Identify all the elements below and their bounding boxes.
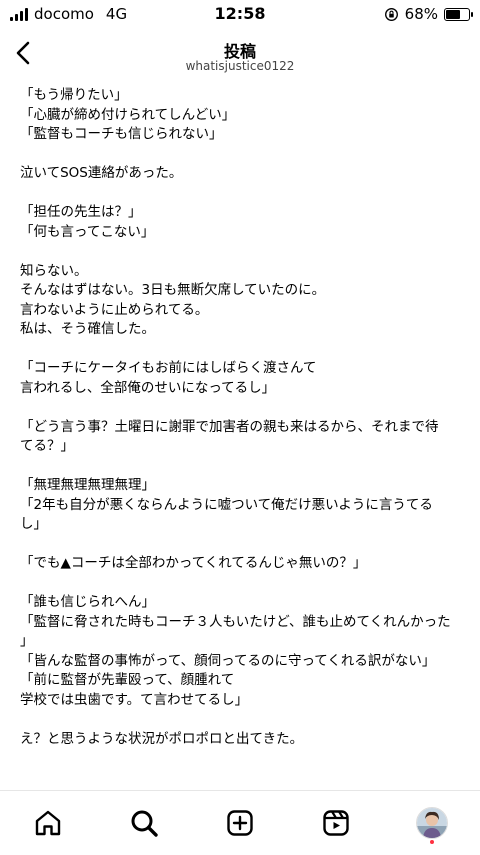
caption-line: 「皆んな監督の事怖がって、顔伺ってるのに守ってくれる訳がない」 [20, 652, 436, 669]
battery-icon [444, 7, 473, 21]
caption-line: 「2年も自分が悪くならんように嘘ついて俺だけ悪いように言うてる [20, 496, 433, 513]
status-right: 68% [384, 5, 473, 23]
reels-tab[interactable] [316, 805, 356, 841]
post-caption: 「もう帰りたい」「心臓が締め付けられてしんどい」 「監督もコーチも信じられない」泣… [20, 86, 468, 749]
search-icon [131, 810, 158, 837]
home-tab[interactable] [28, 805, 68, 841]
battery-percent: 68% [404, 5, 438, 23]
plus-square-icon [227, 810, 253, 836]
caption-line: 「心臓が締め付けられてしんどい」 [20, 106, 236, 123]
caption-line: 学校では虫歯です。て言わせてるし」 [20, 691, 249, 708]
orientation-lock-icon [384, 7, 398, 21]
caption-line: 「何も言ってこない」 [20, 223, 155, 240]
caption-line: 「監督に脅された時もコーチ３人もいたけど、誰も止めてくれんかった [20, 613, 451, 630]
caption-line: てる？」 [20, 438, 74, 454]
caption-line: 泣いてSOS連絡があった。 [20, 165, 183, 181]
create-tab[interactable] [220, 805, 260, 841]
nav-header: 投稿 whatisjustice0122 [0, 30, 480, 78]
caption-line: 言わないように止められてる。 [20, 301, 209, 318]
search-tab[interactable] [124, 805, 164, 841]
caption-line: 「前に監督が先輩殴って、顔腫れて [20, 672, 235, 688]
caption-line: 「担任の先生は？」 [20, 204, 142, 220]
reels-icon [323, 810, 349, 836]
caption-line: 「コーチにケータイもお前にはしばらく渡さんて [20, 360, 317, 376]
caption-line: そんなはずはない。3日も無断欠席していたのに。 [20, 282, 326, 298]
caption-line: 言われるし、全部俺のせいになってるし」 [20, 379, 276, 396]
caption-line: 」 [20, 633, 34, 649]
status-bar: docomo 4G 12:58 68% [0, 0, 480, 30]
caption-line: 「もう帰りたい」 [20, 87, 128, 103]
home-icon [35, 810, 61, 836]
caption-line: し」 [20, 516, 47, 532]
caption-line: え？と思うような状況がポロポロと出てきた。 [20, 730, 304, 747]
profile-tab[interactable] [412, 805, 452, 844]
caption-line: 「誰も信じられへん」 [20, 594, 155, 610]
tab-bar [0, 790, 480, 855]
username-subtitle[interactable]: whatisjustice0122 [0, 59, 480, 73]
caption-line: 「でも▲コーチは全部わかってくれてるんじゃ無いの？」 [20, 555, 367, 571]
avatar [416, 807, 448, 839]
caption-line: 「無理無理無理無理」 [20, 477, 155, 493]
caption-line: 私は、そう確信した。 [20, 321, 155, 337]
caption-line: 「どう言う事？土曜日に謝罪で加害者の親も来はるから、それまで待 [20, 418, 439, 435]
caption-line: 「監督もコーチも信じられない」 [20, 126, 223, 142]
notification-dot [430, 840, 434, 844]
caption-line: 知らない。 [20, 262, 88, 279]
